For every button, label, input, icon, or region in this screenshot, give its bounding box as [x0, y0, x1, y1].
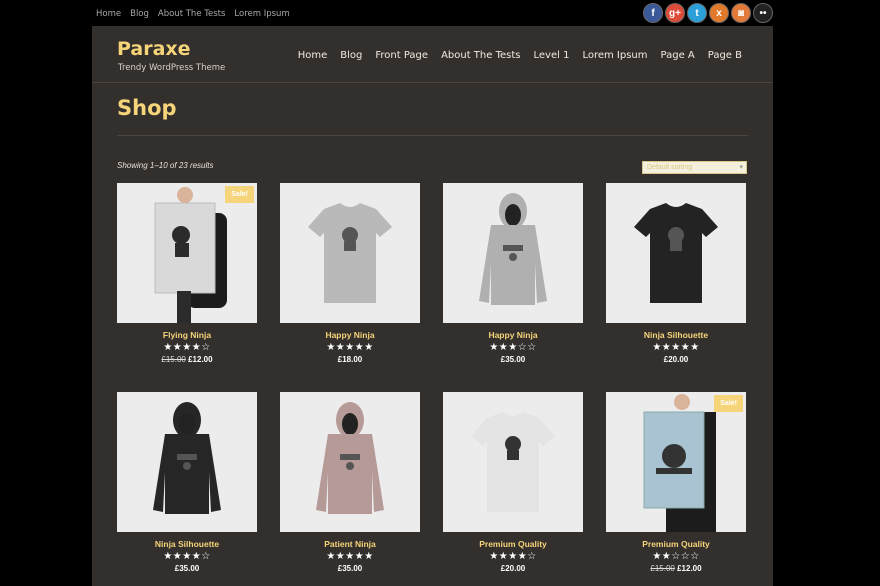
product-name[interactable]: Premium Quality [606, 539, 746, 549]
page-container: Paraxe Trendy WordPress Theme Home Blog … [92, 26, 773, 586]
old-price: £15.00 [650, 564, 675, 573]
xing-icon[interactable]: x [709, 3, 729, 23]
current-price: £12.00 [188, 355, 213, 364]
product-price: £15.00 £12.00 [606, 564, 746, 573]
sale-badge: Sale! [714, 395, 743, 412]
product-name[interactable]: Ninja Silhouette [117, 539, 257, 549]
nav-blog[interactable]: Blog [340, 50, 362, 61]
topnav-blog[interactable]: Blog [130, 9, 149, 19]
product-image-happy-ninja[interactable] [280, 183, 420, 323]
nav-level-1[interactable]: Level 1 [534, 50, 570, 61]
star-rating: ★★★★★ [652, 342, 700, 353]
product-price: £35.00 [117, 564, 257, 573]
product-name[interactable]: Happy Ninja [443, 330, 583, 340]
product-image-premium-quality[interactable]: Sale! [606, 392, 746, 532]
google-plus-icon[interactable]: g+ [665, 3, 685, 23]
product-image-ninja-silhouette[interactable] [117, 392, 257, 532]
product-price: £20.00 [443, 564, 583, 573]
product-card[interactable]: Premium Quality ★★★★☆ £20.00 [443, 392, 583, 573]
product-card[interactable]: Ninja Silhouette ★★★★★ £20.00 [606, 183, 746, 364]
social-icons: f g+ t x ◙ •• [643, 3, 773, 23]
sort-select[interactable]: Default sorting ▾ [642, 161, 747, 174]
product-price: £35.00 [443, 355, 583, 364]
product-name[interactable]: Ninja Silhouette [606, 330, 746, 340]
product-price: £18.00 [280, 355, 420, 364]
star-rating: ★★★★☆ [163, 551, 211, 562]
product-image-flying-ninja[interactable]: Sale! [117, 183, 257, 323]
page-title: Shop [117, 96, 177, 120]
current-price: £20.00 [500, 564, 526, 573]
current-price: £35.00 [500, 355, 526, 364]
product-name[interactable]: Patient Ninja [280, 539, 420, 549]
topnav-lorem-ipsum[interactable]: Lorem Ipsum [234, 9, 289, 19]
instagram-icon[interactable]: ◙ [731, 3, 751, 23]
topnav-about-the-tests[interactable]: About The Tests [158, 9, 226, 19]
product-image-premium-quality[interactable] [443, 392, 583, 532]
star-rating: ★★★★☆ [489, 551, 537, 562]
product-card[interactable]: Happy Ninja ★★★★★ £18.00 [280, 183, 420, 364]
product-name[interactable]: Happy Ninja [280, 330, 420, 340]
product-price: £20.00 [606, 355, 746, 364]
current-price: £35.00 [174, 564, 200, 573]
main-navigation: Home Blog Front Page About The Tests Lev… [298, 50, 742, 61]
site-title[interactable]: Paraxe [117, 38, 191, 60]
star-rating: ★★★★☆ [163, 342, 211, 353]
nav-home[interactable]: Home [298, 50, 328, 61]
product-image-ninja-silhouette[interactable] [606, 183, 746, 323]
nav-about-the-tests[interactable]: About The Tests [441, 50, 520, 61]
product-name[interactable]: Premium Quality [443, 539, 583, 549]
product-image-happy-ninja[interactable] [443, 183, 583, 323]
old-price: £15.00 [161, 355, 186, 364]
top-navigation: Home Blog About The Tests Lorem Ipsum [96, 9, 290, 19]
result-count: Showing 1–10 of 23 results [117, 161, 214, 170]
product-price: £35.00 [280, 564, 420, 573]
star-rating: ★★☆☆☆ [652, 551, 700, 562]
top-bar: Home Blog About The Tests Lorem Ipsum fg… [0, 0, 880, 28]
sale-badge: Sale! [225, 186, 254, 203]
facebook-icon[interactable]: f [643, 3, 663, 23]
sort-select-value: Default sorting [647, 164, 693, 171]
product-price: £15.00 £12.00 [117, 355, 257, 364]
current-price: £18.00 [337, 355, 363, 364]
product-card[interactable]: Patient Ninja ★★★★★ £35.00 [280, 392, 420, 573]
product-image-patient-ninja[interactable] [280, 392, 420, 532]
title-divider [117, 135, 748, 136]
topnav-home[interactable]: Home [96, 9, 121, 19]
nav-front-page[interactable]: Front Page [375, 50, 428, 61]
nav-page-a[interactable]: Page A [661, 50, 695, 61]
star-rating: ★★★★★ [326, 342, 374, 353]
star-rating: ★★★☆☆ [489, 342, 537, 353]
product-name[interactable]: Flying Ninja [117, 330, 257, 340]
current-price: £35.00 [337, 564, 363, 573]
product-card[interactable]: Ninja Silhouette ★★★★☆ £35.00 [117, 392, 257, 573]
nav-page-b[interactable]: Page B [708, 50, 742, 61]
chevron-down-icon: ▾ [739, 164, 743, 171]
product-card[interactable]: Happy Ninja ★★★☆☆ £35.00 [443, 183, 583, 364]
flickr-icon[interactable]: •• [753, 3, 773, 23]
product-card[interactable]: Sale! Premium Quality ★★☆☆☆ £15.00 £12.00 [606, 392, 746, 573]
product-card[interactable]: Sale! Flying Ninja ★★★★☆ £15.00 £12.00 [117, 183, 257, 364]
current-price: £12.00 [677, 564, 702, 573]
star-rating: ★★★★★ [326, 551, 374, 562]
nav-lorem-ipsum[interactable]: Lorem Ipsum [582, 50, 647, 61]
header-divider [92, 82, 773, 83]
site-tagline: Trendy WordPress Theme [118, 63, 226, 73]
current-price: £20.00 [663, 355, 689, 364]
twitter-icon[interactable]: t [687, 3, 707, 23]
